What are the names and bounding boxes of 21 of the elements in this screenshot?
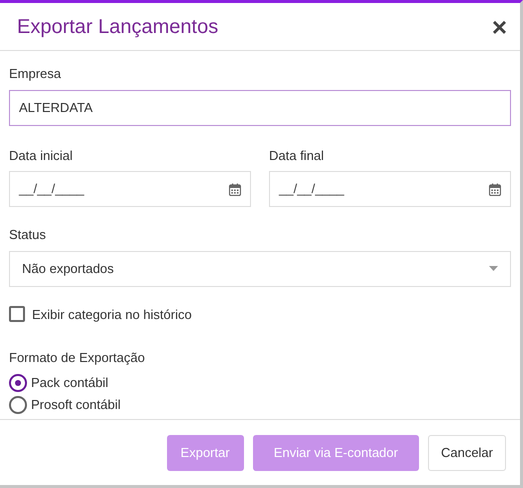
field-label: Data final	[269, 146, 325, 164]
checkbox-label: Exibir categoria no histórico	[32, 306, 192, 324]
radio-button[interactable]	[9, 396, 27, 414]
dialog-title: Exportar Lançamentos	[17, 14, 218, 40]
caret-icon	[489, 266, 498, 271]
date-field[interactable]: __/__/____	[9, 171, 251, 207]
radio-label: Pack contábil	[31, 374, 108, 392]
field-label: Status	[9, 226, 47, 244]
field-label: Empresa	[9, 65, 62, 83]
radio-button[interactable]	[9, 374, 27, 392]
radio-label: Prosoft contábil	[31, 396, 121, 414]
date-field[interactable]: __/__/____	[269, 171, 511, 207]
field-label: Formato de Exportação	[9, 349, 146, 367]
close-button[interactable]: ×	[492, 14, 507, 40]
status-dropdown[interactable]: Não exportados	[9, 250, 511, 286]
calendar-icon[interactable]	[229, 182, 241, 196]
action-button[interactable]: Cancelar	[428, 434, 506, 470]
company-field[interactable]: ALTERDATA	[9, 90, 511, 126]
calendar-icon[interactable]	[489, 182, 501, 196]
field-label: Data inicial	[9, 146, 74, 164]
checkbox[interactable]	[9, 306, 25, 322]
